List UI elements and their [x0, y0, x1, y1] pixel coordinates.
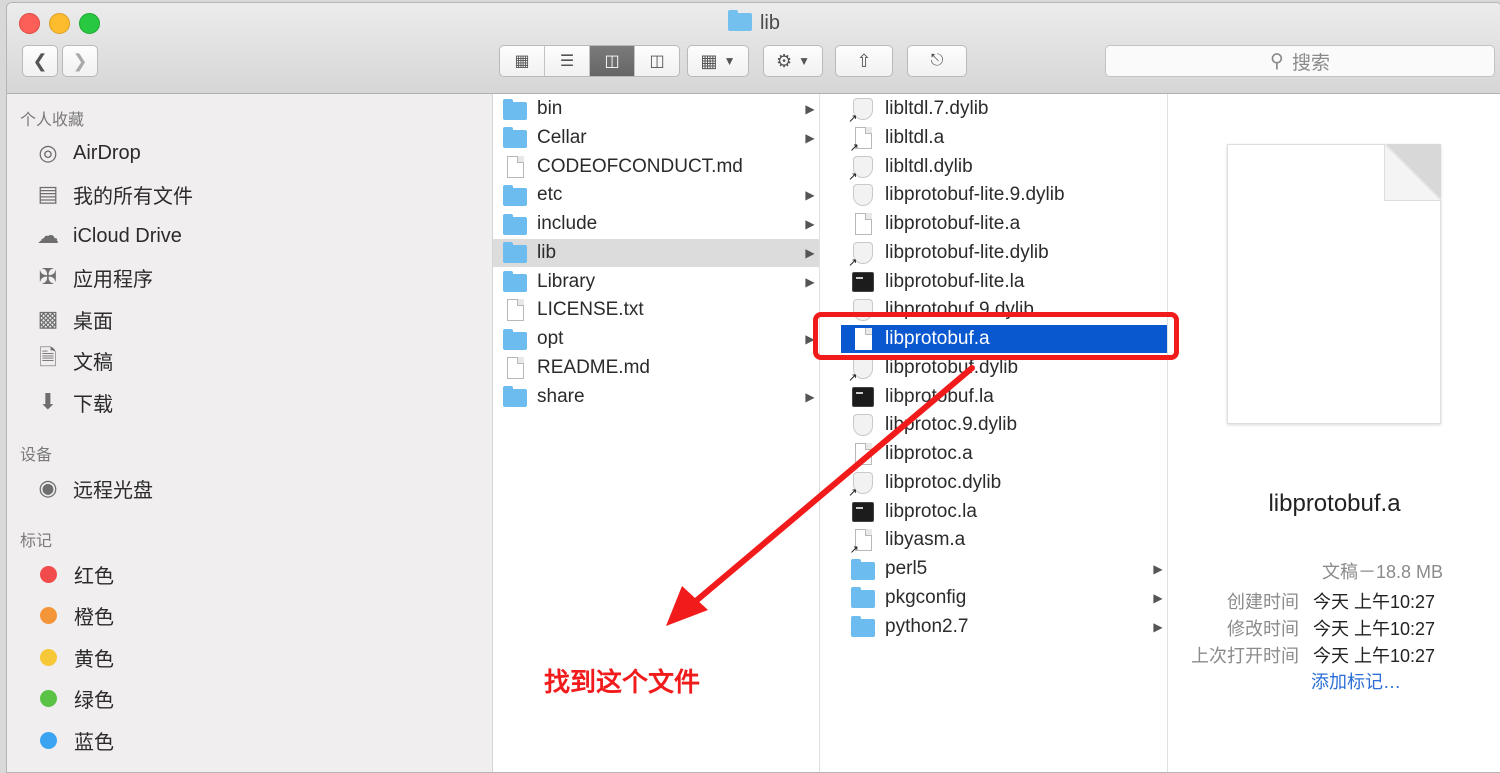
annotation-text: 找到这个文件 — [544, 667, 701, 697]
annotation-arrow — [666, 365, 975, 626]
